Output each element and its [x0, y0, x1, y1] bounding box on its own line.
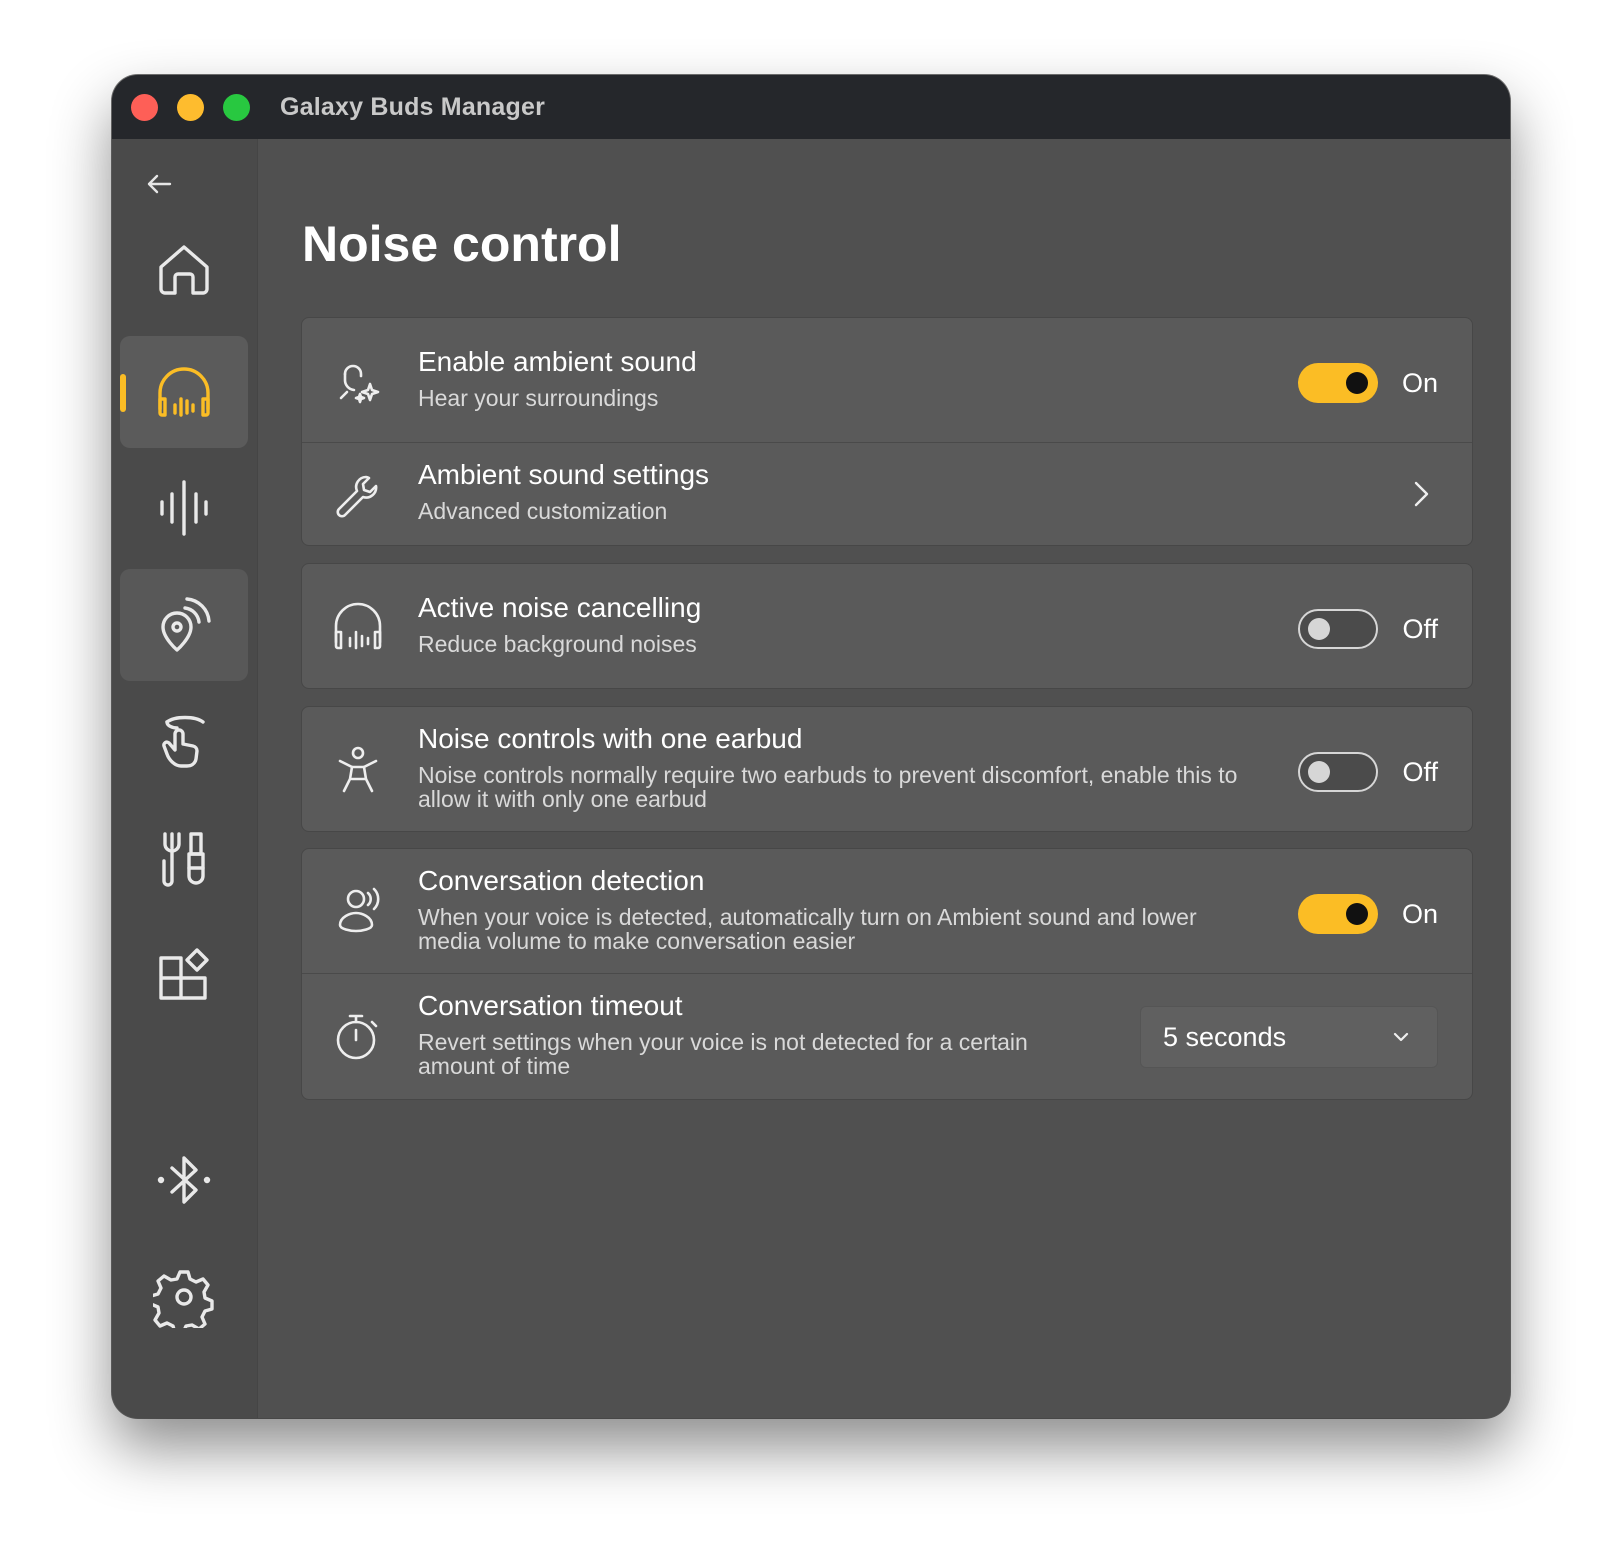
conversation-timeout-title: Conversation timeout — [418, 990, 683, 1021]
one-earbud-row[interactable]: Noise controls with one earbud Noise con… — [302, 707, 1472, 831]
anc-subtitle: Reduce background noises — [418, 631, 697, 657]
toggle-knob — [1346, 903, 1368, 925]
stopwatch-icon — [330, 1008, 386, 1064]
anc-toggle[interactable] — [1298, 609, 1378, 649]
enable-ambient-row[interactable]: Enable ambient sound Hear your surroundi… — [302, 318, 1472, 442]
tools-icon — [162, 832, 205, 887]
one-earbud-card: Noise controls with one earbud Noise con… — [301, 706, 1473, 832]
page-title: Noise control — [302, 216, 622, 272]
title-bar: Galaxy Buds Manager — [112, 75, 1510, 139]
ambient-settings-title: Ambient sound settings — [418, 459, 710, 490]
enable-ambient-subtitle: Hear your surroundings — [418, 385, 659, 411]
toggle-knob — [1346, 372, 1368, 394]
one-earbud-toggle[interactable] — [1298, 752, 1378, 792]
close-window-button[interactable] — [131, 94, 158, 121]
sidebar-item-noise-control[interactable] — [120, 336, 248, 448]
ambient-sound-card: Enable ambient sound Hear your surroundi… — [301, 317, 1473, 546]
headphones-icon — [330, 598, 386, 654]
conversation-detection-row[interactable]: Conversation detection When your voice i… — [302, 849, 1472, 973]
sidebar-item-settings[interactable] — [120, 1241, 248, 1353]
wrench-icon — [330, 467, 386, 523]
conversation-timeout-subtitle: Revert settings when your voice is not d… — [418, 1029, 1028, 1079]
gear-icon — [153, 1270, 214, 1328]
anc-card: Active noise cancelling Reduce backgroun… — [301, 563, 1473, 689]
conversation-detection-state: On — [1401, 899, 1438, 929]
conversation-card: Conversation detection When your voice i… — [301, 848, 1473, 1100]
ambient-sound-toggle[interactable] — [1298, 363, 1378, 403]
back-button[interactable] — [134, 159, 184, 209]
find-location-icon — [161, 597, 211, 652]
sidebar-item-bluetooth[interactable] — [120, 1124, 248, 1236]
main-content: Noise control Enable ambient sound Hear … — [257, 139, 1510, 1418]
toggle-knob — [1308, 618, 1330, 640]
person-speaking-icon — [330, 883, 386, 939]
conversation-detection-title: Conversation detection — [418, 865, 705, 896]
sidebar-item-home[interactable] — [120, 214, 248, 326]
headphones-icon — [158, 367, 210, 417]
active-indicator — [120, 374, 126, 412]
toggle-knob — [1308, 761, 1330, 783]
ambient-sound-state: On — [1401, 368, 1438, 398]
maximize-window-button[interactable] — [223, 94, 250, 121]
sidebar-item-advanced[interactable] — [120, 803, 248, 915]
sidebar-item-touch-controls[interactable] — [120, 685, 248, 797]
anc-state: Off — [1402, 614, 1438, 644]
chevron-down-icon — [1391, 1027, 1411, 1047]
ambient-settings-subtitle: Advanced customization — [418, 498, 668, 524]
touch-gesture-icon — [162, 715, 205, 768]
ambient-settings-row[interactable]: Ambient sound settings Advanced customiz… — [302, 442, 1472, 545]
anc-row[interactable]: Active noise cancelling Reduce backgroun… — [302, 564, 1472, 688]
conversation-timeout-select[interactable]: 5 seconds — [1140, 1006, 1438, 1068]
conversation-timeout-value: 5 seconds — [1163, 1022, 1287, 1052]
arrow-left-icon — [147, 174, 172, 194]
home-icon — [159, 245, 209, 295]
bluetooth-icon — [157, 1156, 211, 1204]
sidebar — [112, 139, 257, 1418]
accessibility-person-icon — [330, 741, 386, 797]
chevron-right-icon — [1406, 479, 1436, 509]
enable-ambient-title: Enable ambient sound — [418, 346, 697, 377]
equalizer-icon — [160, 480, 208, 536]
minimize-window-button[interactable] — [177, 94, 204, 121]
sidebar-item-equalizer[interactable] — [120, 452, 248, 564]
anc-title: Active noise cancelling — [418, 592, 702, 623]
conversation-detection-toggle[interactable] — [1298, 894, 1378, 934]
sidebar-item-find-buds[interactable] — [120, 569, 248, 681]
one-earbud-title: Noise controls with one earbud — [418, 723, 803, 754]
sidebar-item-apps[interactable] — [120, 919, 248, 1031]
conversation-detection-subtitle: When your voice is detected, automatical… — [418, 904, 1197, 954]
ambient-mic-sparkle-icon — [330, 352, 386, 408]
apps-icon — [159, 948, 209, 1000]
one-earbud-subtitle: Noise controls normally require two earb… — [418, 762, 1238, 812]
window-title: Galaxy Buds Manager — [280, 93, 546, 121]
conversation-timeout-row: Conversation timeout Revert settings whe… — [302, 973, 1472, 1099]
one-earbud-state: Off — [1402, 757, 1438, 787]
app-window: Galaxy Buds Manager Noise control Enable… — [112, 75, 1510, 1418]
